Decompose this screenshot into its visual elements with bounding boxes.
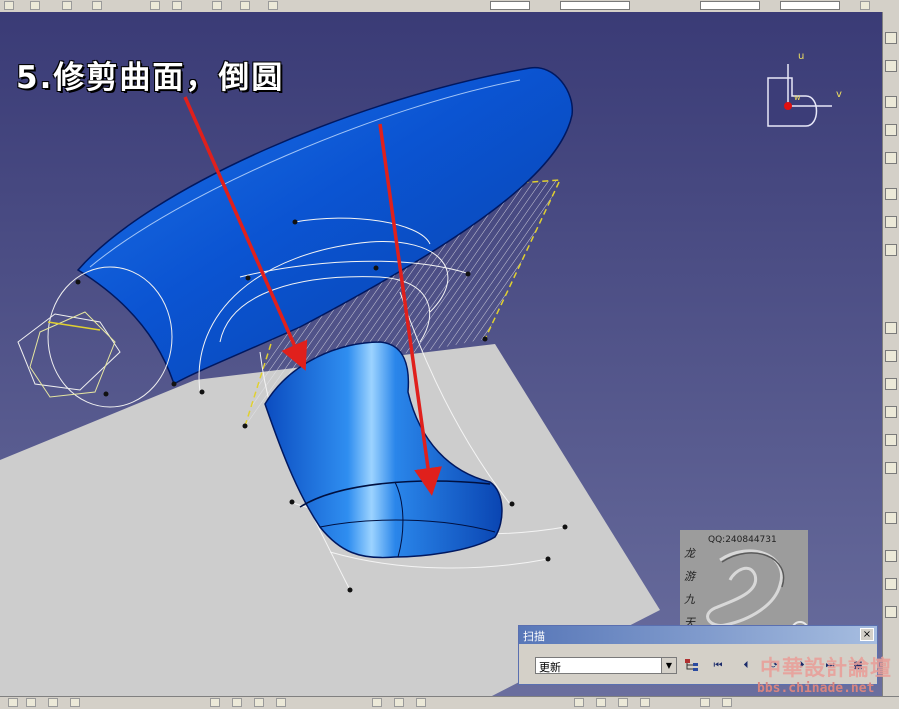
toolbar-icon[interactable] bbox=[92, 1, 102, 10]
toolbar-icon[interactable] bbox=[596, 698, 606, 707]
toolbar-field[interactable] bbox=[490, 1, 530, 10]
toolbar-icon[interactable] bbox=[885, 378, 897, 390]
toolbar-icon[interactable] bbox=[8, 698, 18, 707]
toolbar-icon[interactable] bbox=[172, 1, 182, 10]
toolbar-icon[interactable] bbox=[885, 578, 897, 590]
toolbar-icon[interactable] bbox=[885, 60, 897, 72]
toolbar-icon[interactable] bbox=[885, 350, 897, 362]
toolbar-icon[interactable] bbox=[885, 434, 897, 446]
toolbar-icon[interactable] bbox=[885, 216, 897, 228]
toolbar-icon[interactable] bbox=[276, 698, 286, 707]
toolbar-icon[interactable] bbox=[210, 698, 220, 707]
toolbar-icon[interactable] bbox=[30, 1, 40, 10]
toolbar-icon[interactable] bbox=[885, 152, 897, 164]
rewind-icon[interactable]: ⏮ bbox=[709, 657, 727, 674]
compass-w-label: w bbox=[794, 93, 801, 102]
toolbar-icon[interactable] bbox=[62, 1, 72, 10]
toolbar-icon[interactable] bbox=[394, 698, 404, 707]
sweep-dialog-titlebar[interactable]: 扫描 × bbox=[519, 626, 877, 644]
toolbar-field[interactable] bbox=[560, 1, 630, 10]
compass-widget[interactable]: u v w bbox=[762, 50, 847, 135]
toolbar-icon[interactable] bbox=[232, 698, 242, 707]
sweep-mode-select[interactable]: 更新 ▼ bbox=[535, 657, 677, 674]
toolbar-icon[interactable] bbox=[860, 1, 870, 10]
toolbar-icon[interactable] bbox=[574, 698, 584, 707]
toolbar-icon[interactable] bbox=[885, 188, 897, 200]
embossed-stamp bbox=[680, 530, 808, 640]
stamp-char: 龙 bbox=[684, 547, 695, 560]
toolbar-icon[interactable] bbox=[212, 1, 222, 10]
toolbar-icon[interactable] bbox=[722, 698, 732, 707]
toolbar-field[interactable] bbox=[780, 1, 840, 10]
compass-plane bbox=[767, 77, 818, 127]
toolbar-icon[interactable] bbox=[885, 244, 897, 256]
toolbar-icon[interactable] bbox=[48, 698, 58, 707]
toolbar-field[interactable] bbox=[700, 1, 760, 10]
chevron-down-icon[interactable]: ▼ bbox=[661, 658, 676, 673]
tree-icon[interactable] bbox=[683, 657, 701, 674]
toolbar-icon[interactable] bbox=[268, 1, 278, 10]
close-icon[interactable]: × bbox=[860, 628, 874, 641]
step-back-icon[interactable]: ⏴ bbox=[737, 657, 755, 674]
toolbar-icon[interactable] bbox=[885, 322, 897, 334]
toolbar-icon[interactable] bbox=[885, 550, 897, 562]
stamp-char: 九 bbox=[684, 593, 695, 606]
toolbar-icon[interactable] bbox=[640, 698, 650, 707]
sweep-mode-value: 更新 bbox=[539, 661, 561, 674]
toolbar-icon[interactable] bbox=[885, 406, 897, 418]
stamp-char: 游 bbox=[684, 570, 695, 583]
toolbar-icon[interactable] bbox=[618, 698, 628, 707]
toolbar-icon[interactable] bbox=[700, 698, 710, 707]
right-toolbar bbox=[882, 12, 899, 697]
toolbar-icon[interactable] bbox=[150, 1, 160, 10]
toolbar-icon[interactable] bbox=[70, 698, 80, 707]
toolbar-icon[interactable] bbox=[372, 698, 382, 707]
watermark-chinese: 中華設計論壇 bbox=[760, 656, 892, 680]
bottom-toolbar bbox=[0, 696, 899, 709]
toolbar-icon[interactable] bbox=[416, 698, 426, 707]
compass-u-label: u bbox=[798, 51, 804, 62]
toolbar-icon[interactable] bbox=[240, 1, 250, 10]
toolbar-icon[interactable] bbox=[885, 512, 897, 524]
toolbar-icon[interactable] bbox=[885, 462, 897, 474]
toolbar-icon[interactable] bbox=[885, 124, 897, 136]
toolbar-icon[interactable] bbox=[4, 1, 14, 10]
compass-origin bbox=[784, 102, 792, 110]
toolbar-icon[interactable] bbox=[885, 606, 897, 618]
toolbar-icon[interactable] bbox=[26, 698, 36, 707]
stamp-qq-text: QQ:240844731 bbox=[708, 535, 777, 545]
step-annotation-title: 5.修剪曲面，倒圆 bbox=[16, 60, 285, 96]
compass-v-label: v bbox=[836, 89, 842, 100]
watermark-url: bbs.chinade.net bbox=[757, 681, 875, 696]
toolbar-icon[interactable] bbox=[254, 698, 264, 707]
toolbar-icon[interactable] bbox=[885, 96, 897, 108]
sweep-dialog-title: 扫描 bbox=[523, 630, 545, 643]
toolbar-icon[interactable] bbox=[885, 32, 897, 44]
